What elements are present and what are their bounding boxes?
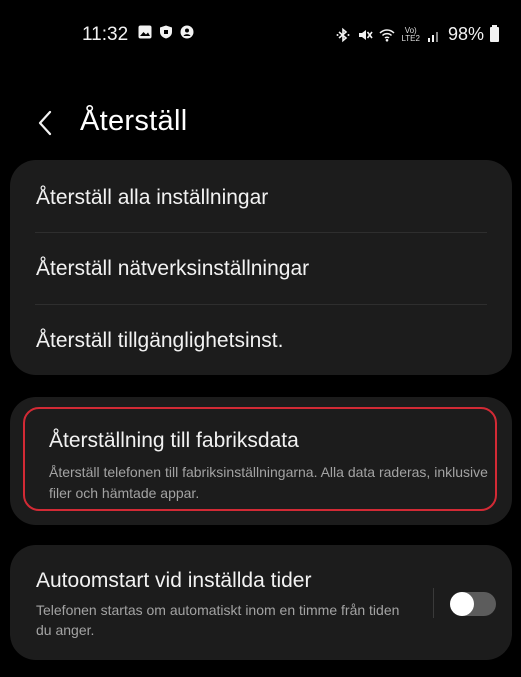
mute-icon [359,29,374,40]
toggle-separator [433,588,434,618]
status-bar: 11:32 Vo) LTE2 98% [0,0,521,60]
gallery-notification-icon [138,25,152,39]
shield-notification-icon [160,25,172,39]
factory-reset-item[interactable]: Återställning till fabriksdata Återställ… [23,407,497,511]
reset-accessibility-settings-label: Återställ tillgänglighetsinst. [36,328,284,352]
battery-percent: 98% [447,24,484,44]
auto-restart-toggle[interactable] [450,592,496,616]
page-title: Återställ [80,105,188,137]
battery-icon [490,25,499,42]
page-header: Återställ [0,95,521,155]
lte2-label: LTE2 [401,33,420,43]
status-right-icons: Vo) LTE2 98% [335,24,499,45]
reset-network-settings-label: Återställ nätverksinställningar [36,256,310,280]
signal-icon [427,31,438,42]
factory-reset-card: Återställning till fabriksdata Återställ… [10,397,512,525]
toggle-knob [450,592,474,616]
auto-restart-card[interactable]: Autoomstart vid inställda tider Telefone… [10,545,512,660]
auto-restart-description: Telefonen startas om automatiskt inom en… [36,602,400,638]
status-time: 11:32 [82,24,129,45]
reset-all-settings-label: Återställ alla inställningar [36,185,269,209]
reset-options-card: Återställ alla inställningar Återställ n… [10,160,512,375]
reset-accessibility-settings-item[interactable]: Återställ tillgänglighetsinst. [10,305,512,376]
bluetooth-icon [336,27,350,42]
factory-reset-description: Återställ telefonen till fabriksinställn… [49,464,488,501]
reset-network-settings-item[interactable]: Återställ nätverksinställningar [10,233,512,304]
chevron-left-icon [38,110,52,136]
account-notification-icon [180,25,194,39]
factory-reset-title: Återställning till fabriksdata [49,429,299,452]
volte-lte2-icon: Vo) LTE2 [401,26,420,43]
wifi-icon [379,28,395,41]
notification-icons [138,25,194,39]
auto-restart-title: Autoomstart vid inställda tider [36,569,312,592]
reset-all-settings-item[interactable]: Återställ alla inställningar [10,162,512,233]
back-button[interactable] [30,105,60,141]
